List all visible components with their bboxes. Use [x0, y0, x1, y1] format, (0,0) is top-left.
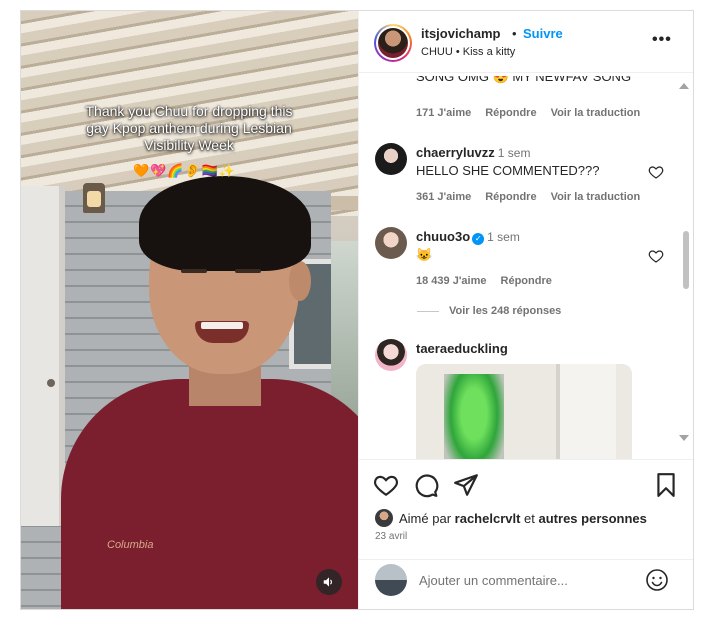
scroll-down-arrow[interactable] [679, 435, 689, 441]
current-user-avatar [375, 564, 407, 596]
video-caption-emoji: 🧡💖🌈👂🏳️‍🌈✨ [133, 163, 237, 178]
follow-button[interactable]: Suivre [523, 26, 563, 41]
comment-likes[interactable]: 18 439 J'aime [416, 275, 487, 287]
comment-meta: 361 J'aime Répondre Voir la traduction [416, 191, 654, 203]
post-side-panel: itsjovichamp • Suivre CHUU • Kiss a kitt… [358, 11, 693, 609]
reply-button[interactable]: Répondre [485, 191, 536, 203]
heart-icon[interactable] [648, 248, 664, 264]
comments-list: SONG OMG 😍 MY NEWFAV SONG 171 J'aime Répo… [359, 73, 693, 459]
replies-divider [417, 311, 439, 312]
author-avatar-image [378, 28, 408, 58]
liked-prefix: Aimé par [399, 511, 452, 526]
heart-icon[interactable] [373, 472, 399, 498]
video-player[interactable]: Columbia Thank you Chuu for dropping thi… [21, 11, 358, 609]
post-actions: Aimé par rachelcrvlt et autres personnes… [359, 459, 693, 542]
liked-by-avatar[interactable] [375, 509, 393, 527]
video-caption: Thank you Chuu for dropping this gay Kpo… [85, 103, 293, 153]
translate-button[interactable]: Voir la traduction [551, 191, 641, 203]
translate-button[interactable]: Voir la traduction [551, 107, 641, 119]
more-horizontal-icon: ••• [652, 31, 672, 48]
person-ear [289, 261, 311, 301]
comment-header: chaerryluvzz 1 sem [416, 145, 530, 160]
reply-button[interactable]: Répondre [501, 275, 552, 287]
reply-button[interactable]: Répondre [485, 107, 536, 119]
person-eye-left [181, 269, 207, 273]
author-username[interactable]: itsjovichamp [421, 26, 500, 41]
author-avatar[interactable] [374, 24, 412, 62]
more-options-button[interactable]: ••• [652, 31, 672, 49]
bookmark-icon[interactable] [653, 472, 679, 498]
liked-others-link[interactable]: autres personnes [539, 511, 647, 526]
commenter-avatar[interactable] [375, 143, 407, 175]
comment-username[interactable]: chuuo3o [416, 229, 470, 244]
person-eye-right [235, 269, 261, 273]
scroll-up-arrow[interactable] [679, 83, 689, 89]
shirt-logo: Columbia [107, 539, 154, 551]
comment-text: HELLO SHE COMMENTED??? [416, 163, 600, 178]
share-icon[interactable] [453, 472, 479, 498]
emoji-icon[interactable] [645, 568, 669, 592]
comment-input[interactable] [419, 568, 639, 592]
post-modal: Columbia Thank you Chuu for dropping thi… [20, 10, 694, 610]
heart-icon[interactable] [648, 164, 664, 180]
commenter-avatar[interactable] [375, 339, 407, 371]
gif-figure [444, 374, 504, 459]
comment-meta: 171 J'aime Répondre Voir la traduction [416, 107, 654, 119]
scrollbar-thumb[interactable] [683, 231, 689, 289]
person-hair [139, 176, 311, 271]
comment-header: chuuo3o ✓ 1 sem [416, 229, 520, 245]
door-knob [47, 379, 55, 387]
comment-header: taeraeduckling [416, 341, 508, 356]
sound-button[interactable] [316, 569, 342, 595]
comment-meta: 18 439 J'aime Répondre [416, 275, 566, 287]
lamp-glow [87, 191, 101, 207]
comment-time: 1 sem [497, 146, 531, 160]
person-shirt [61, 379, 358, 609]
comment-text: 😺 [416, 247, 433, 262]
speaker-icon [323, 577, 332, 587]
verified-badge-icon: ✓ [472, 233, 485, 245]
background-foliage [331, 241, 358, 421]
post-header: itsjovichamp • Suivre CHUU • Kiss a kitt… [359, 11, 693, 73]
comment-icon[interactable] [413, 472, 439, 498]
comment-gif[interactable] [416, 364, 632, 459]
post-date[interactable]: 23 avril [375, 531, 407, 542]
liked-user-link[interactable]: rachelcrvlt [455, 511, 521, 526]
comment-text: SONG OMG 😍 MY NEWFAV SONG [416, 76, 632, 84]
view-replies-button[interactable]: Voir les 248 réponses [449, 305, 561, 317]
gif-background [556, 364, 616, 459]
comment-time: 1 sem [487, 230, 520, 244]
comment-username[interactable]: chaerryluvzz [416, 145, 495, 160]
commenter-avatar[interactable] [375, 227, 407, 259]
comment-username[interactable]: taeraeduckling [416, 341, 508, 356]
liked-and: et [524, 511, 535, 526]
comment-likes[interactable]: 171 J'aime [416, 107, 471, 119]
door [21, 186, 65, 526]
comment-likes[interactable]: 361 J'aime [416, 191, 471, 203]
add-comment-bar [359, 559, 693, 609]
music-info[interactable]: CHUU • Kiss a kitty [421, 46, 515, 58]
header-separator: • [512, 26, 517, 41]
liked-by-text: Aimé par rachelcrvlt et autres personnes [399, 511, 647, 526]
person-teeth [201, 322, 243, 329]
